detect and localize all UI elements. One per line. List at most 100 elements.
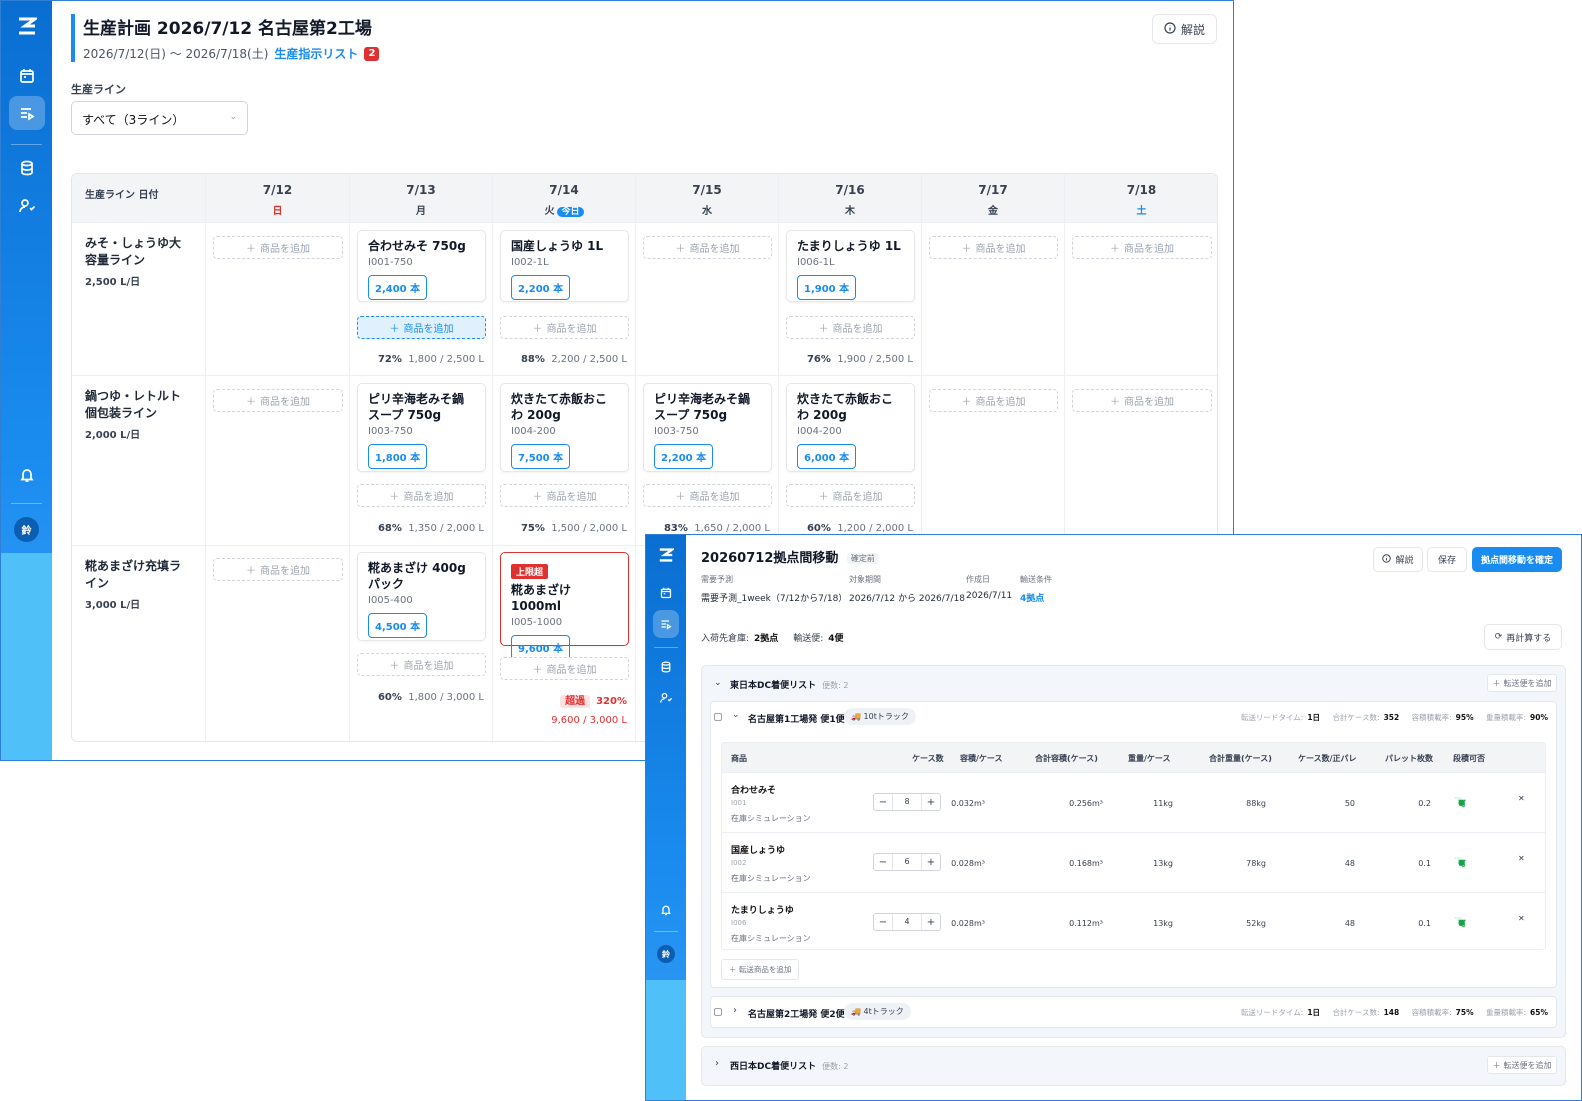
add-product-button[interactable]: ＋商品を追加: [929, 389, 1058, 412]
add-product-button[interactable]: ＋商品を追加: [643, 236, 772, 259]
production-list-icon[interactable]: [653, 610, 679, 638]
case-quantity-value: 6: [892, 854, 922, 870]
utilization-summary: 83% 1,650 / 2,000 L: [664, 523, 770, 534]
plus-icon[interactable]: +: [922, 797, 940, 808]
calendar-icon[interactable]: [10, 59, 44, 93]
case-quantity-stepper[interactable]: −8 +: [873, 793, 941, 811]
remove-row-icon[interactable]: ✕: [1518, 854, 1525, 863]
day-of-week: 木: [779, 202, 921, 217]
help-button[interactable]: 解説: [1373, 547, 1423, 572]
help-button[interactable]: 解説: [1152, 14, 1217, 44]
trip-checkbox[interactable]: [714, 1008, 722, 1016]
trip-checkbox[interactable]: [714, 713, 722, 721]
calendar-icon[interactable]: [653, 580, 679, 606]
line-filter-select[interactable]: すべて（3ライン） ⌄: [71, 101, 248, 135]
minus-icon[interactable]: −: [874, 857, 892, 868]
add-product-label: 商品を追加: [832, 492, 883, 503]
minus-icon[interactable]: −: [874, 917, 892, 928]
product-card[interactable]: 炊きたて赤飯おこわ 200g I004-200 7,500 本: [500, 383, 629, 472]
user-settings-icon[interactable]: [653, 685, 679, 711]
cell-tvol: 0.256m³: [1069, 799, 1103, 808]
avatar[interactable]: 鈴: [14, 517, 39, 542]
add-product-button[interactable]: ＋商品を追加: [357, 316, 486, 339]
day-date: 7/18: [1126, 183, 1157, 197]
product-card[interactable]: 上限超 糀あまざけ 1000ml I005-1000 9,600 本: [500, 552, 629, 660]
sim-label: 在庫シミュレーション: [731, 814, 811, 823]
user-settings-icon[interactable]: [10, 191, 44, 221]
remove-row-icon[interactable]: ✕: [1518, 914, 1525, 923]
dow-label: 木: [845, 206, 855, 217]
product-card[interactable]: 合わせみそ 750g I001-750 2,400 本: [357, 230, 486, 302]
database-icon[interactable]: [653, 654, 679, 680]
quantity-badge[interactable]: 2,200 本: [654, 444, 714, 469]
add-product-button[interactable]: ＋商品を追加: [357, 484, 486, 507]
chevron-right-icon[interactable]: ›: [715, 1058, 719, 1069]
add-product-button[interactable]: ＋商品を追加: [1072, 236, 1212, 259]
cell-twt: 52kg: [1246, 919, 1266, 928]
save-button[interactable]: 保存: [1427, 547, 1467, 572]
logo-icon[interactable]: [15, 14, 39, 38]
group-count: 便数: 2: [822, 681, 849, 690]
add-product-button[interactable]: ＋商品を追加: [213, 389, 343, 412]
add-product-button[interactable]: ＋商品を追加: [1072, 389, 1212, 412]
quantity-badge[interactable]: 7,500 本: [511, 444, 571, 469]
add-product-button[interactable]: ＋商品を追加: [500, 316, 629, 339]
product-card[interactable]: 糀あまざけ 400gパック I005-400 4,500 本: [357, 552, 486, 641]
recalculate-button[interactable]: ⟳ 再計算する: [1484, 624, 1562, 650]
chevron-down-icon[interactable]: ⌄: [732, 710, 740, 720]
utilization-percent: 76%: [806, 354, 831, 365]
group-name: 西日本DC着便リスト: [730, 1062, 817, 1072]
plus-icon: ＋: [532, 492, 543, 503]
avatar[interactable]: 鈴: [657, 945, 675, 963]
quantity-badge[interactable]: 6,000 本: [797, 444, 857, 469]
add-trip-button[interactable]: ＋転送便を追加: [1487, 1056, 1557, 1074]
add-product-button[interactable]: ＋商品を追加: [786, 484, 915, 507]
product-card[interactable]: ピリ辛海老みそ鍋スープ 750g I003-750 2,200 本: [643, 383, 772, 472]
stackable-badge: ● 可: [1454, 797, 1466, 808]
group-title[interactable]: 東日本DC着便リスト 便数: 2: [730, 678, 848, 691]
logo-icon[interactable]: [655, 544, 677, 566]
production-list-icon[interactable]: [9, 96, 45, 130]
chevron-right-icon[interactable]: ›: [733, 1005, 737, 1016]
quantity-badge[interactable]: 2,400 本: [368, 275, 428, 300]
case-quantity-value: 8: [892, 794, 922, 810]
confirm-transfer-button[interactable]: 拠点間移動を確定: [1472, 547, 1562, 572]
add-product-button[interactable]: ＋商品を追加: [213, 236, 343, 259]
add-product-button[interactable]: ＋商品を追加: [500, 657, 629, 680]
remove-row-icon[interactable]: ✕: [1518, 794, 1525, 803]
case-quantity-stepper[interactable]: −6 +: [873, 853, 941, 871]
cell-pal: 0.2: [1418, 799, 1431, 808]
product-card[interactable]: 国産しょうゆ 1L I002-1L 2,200 本: [500, 230, 629, 302]
add-trip-button[interactable]: ＋転送便を追加: [1487, 674, 1557, 692]
bell-icon[interactable]: [10, 460, 44, 490]
add-product-label: 商品を追加: [260, 397, 310, 408]
add-item-button[interactable]: ＋ 転送商品を追加: [721, 959, 800, 980]
quantity-badge[interactable]: 1,800 本: [368, 444, 428, 469]
instruction-list-link[interactable]: 生産指示リスト: [274, 45, 358, 62]
plus-icon[interactable]: +: [922, 917, 940, 928]
minus-icon[interactable]: −: [874, 797, 892, 808]
meta-value[interactable]: 4拠点: [1020, 591, 1052, 604]
product-card[interactable]: ピリ辛海老みそ鍋スープ 750g I003-750 1,800 本: [357, 383, 486, 472]
plus-icon: ＋: [818, 492, 829, 503]
quantity-badge[interactable]: 1,900 本: [797, 275, 857, 300]
add-product-button[interactable]: ＋商品を追加: [213, 558, 343, 581]
plus-icon[interactable]: +: [922, 857, 940, 868]
chevron-down-icon[interactable]: ⌄: [714, 678, 722, 688]
meta-value: 需要予測_1week（7/12から7/18）: [701, 594, 848, 604]
add-product-button[interactable]: ＋商品を追加: [786, 316, 915, 339]
product-card[interactable]: たまりしょうゆ 1L I006-1L 1,900 本: [786, 230, 915, 302]
group-title[interactable]: 西日本DC着便リスト 便数: 2: [730, 1059, 848, 1072]
product-card[interactable]: 炊きたて赤飯おこわ 200g I004-200 6,000 本: [786, 383, 915, 472]
bell-icon[interactable]: [653, 897, 679, 923]
case-quantity-stepper[interactable]: −4 +: [873, 913, 941, 931]
add-product-button[interactable]: ＋商品を追加: [643, 484, 772, 507]
add-product-button[interactable]: ＋商品を追加: [357, 653, 486, 676]
add-product-button[interactable]: ＋商品を追加: [929, 236, 1058, 259]
utilization-percent: 320%: [596, 696, 627, 707]
quantity-badge[interactable]: 4,500 本: [368, 613, 428, 638]
plus-icon: ＋: [1492, 678, 1501, 688]
quantity-badge[interactable]: 2,200 本: [511, 275, 571, 300]
database-icon[interactable]: [10, 153, 44, 183]
add-product-button[interactable]: ＋商品を追加: [500, 484, 629, 507]
